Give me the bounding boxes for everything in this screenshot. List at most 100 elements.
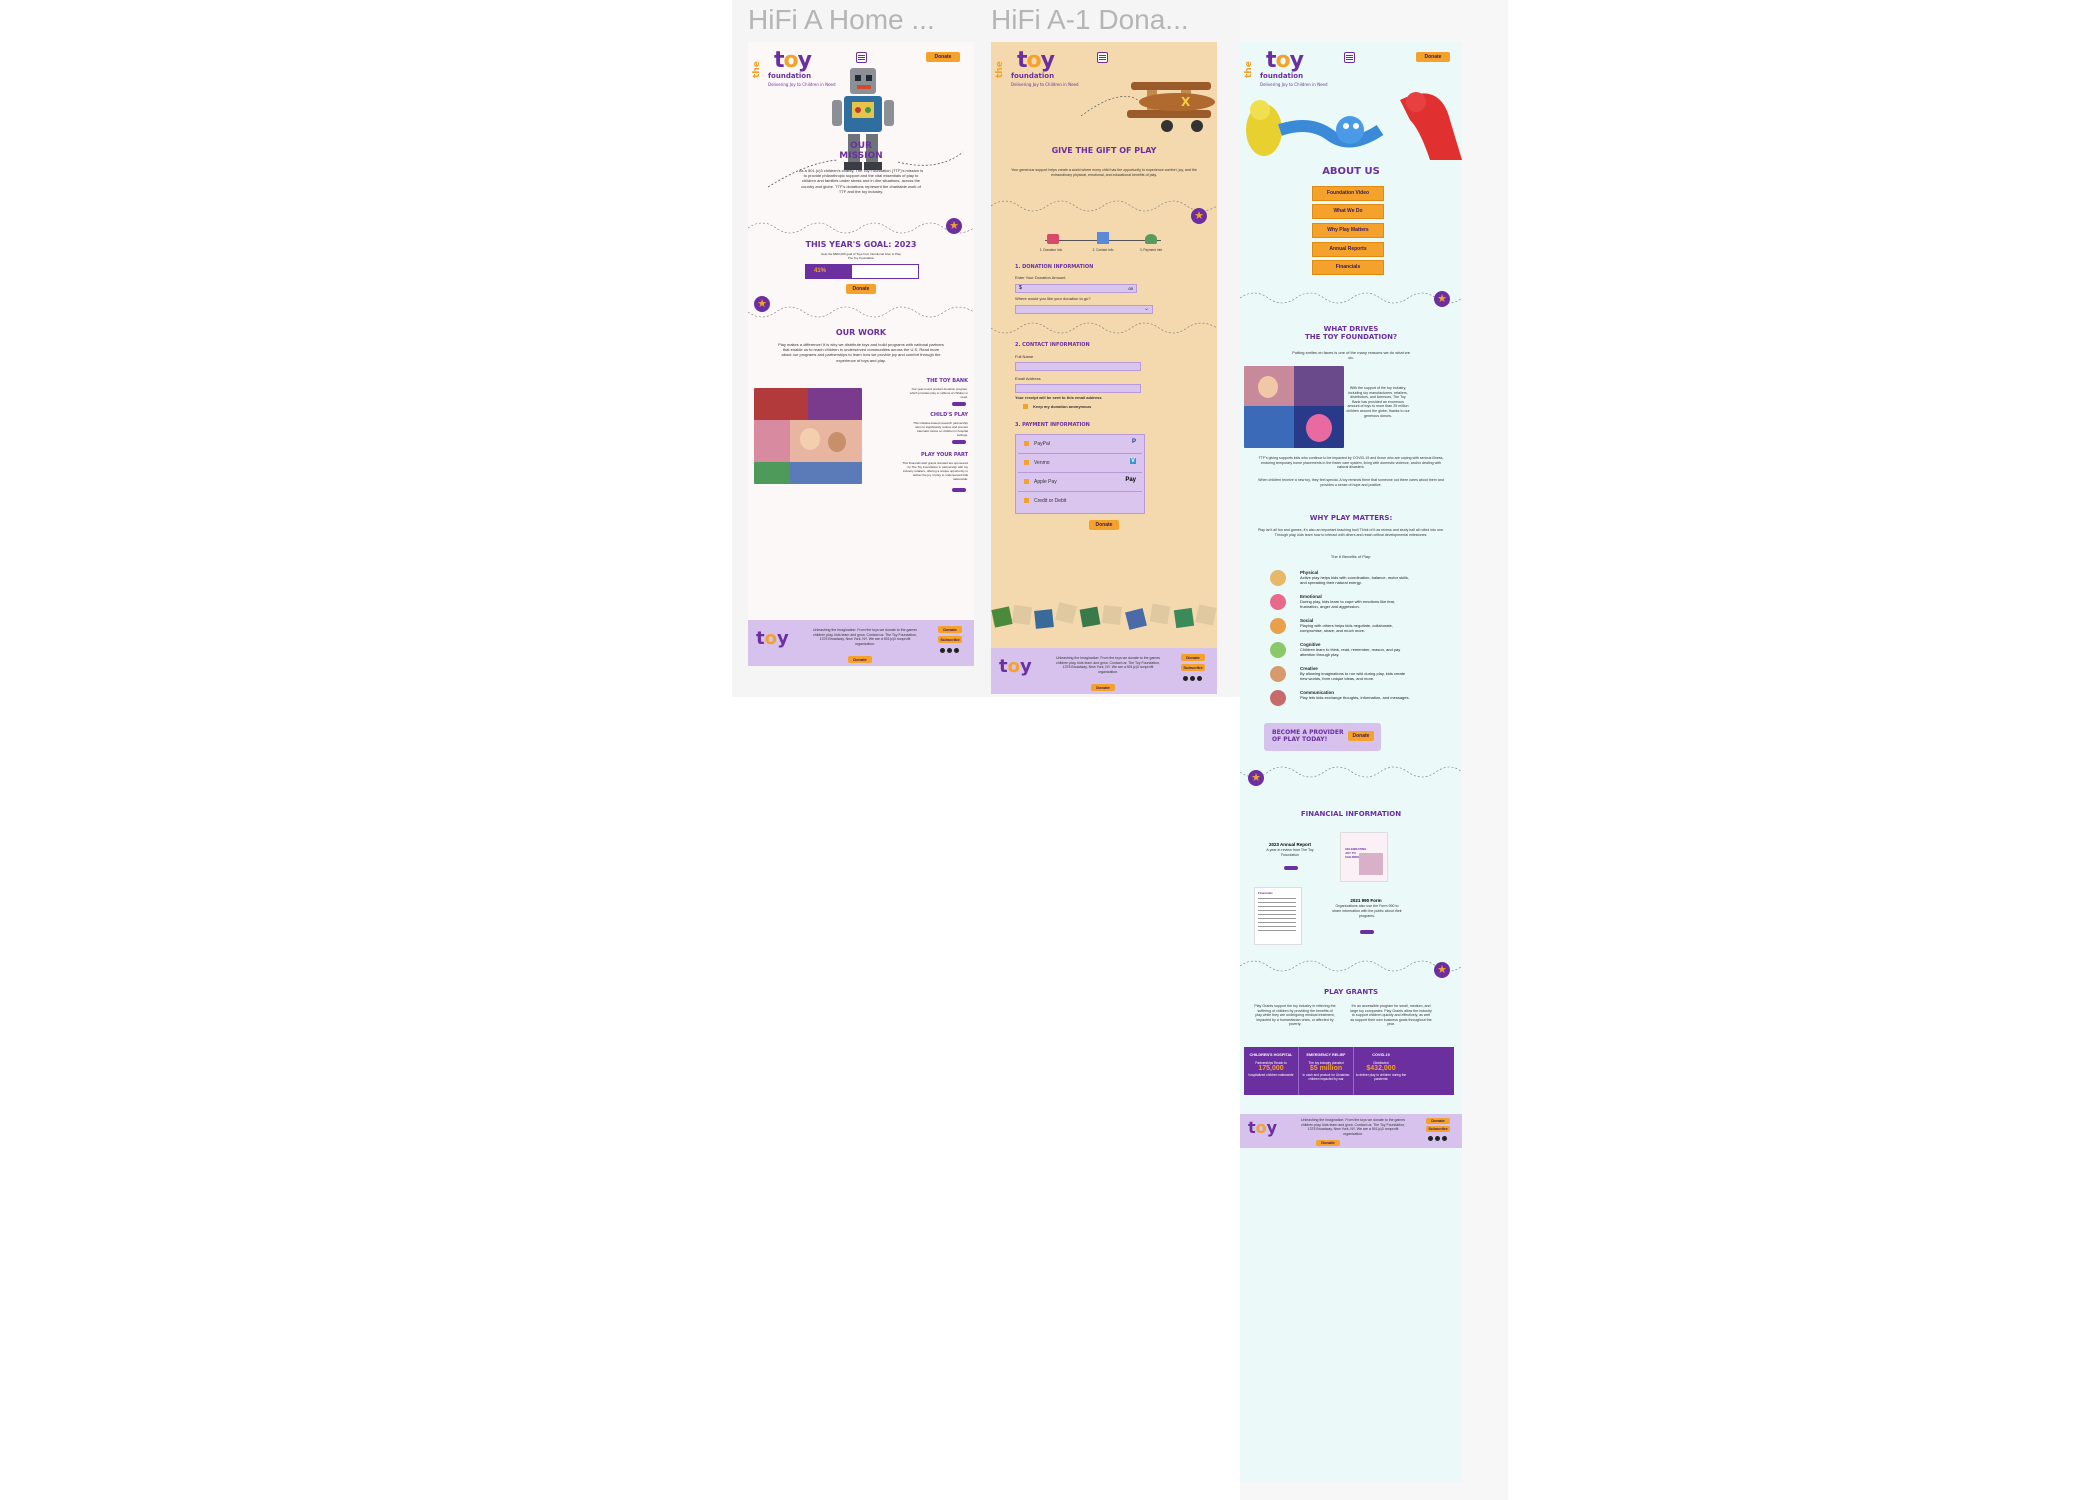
footer-bottom-donate-button[interactable]: Donate <box>1091 684 1115 691</box>
twitter-icon[interactable] <box>1197 676 1202 681</box>
footer-logo[interactable]: toy <box>756 628 789 649</box>
mission-text: As a 501 (c)3 children's charity, The To… <box>798 168 924 194</box>
logo-toy: toy <box>1017 48 1055 73</box>
footer-subscribe-link[interactable]: Subscribe <box>1426 1126 1450 1132</box>
anonymous-label: Keep my donation anonymous <box>1033 404 1092 409</box>
donation-amount-input[interactable]: $ .00 <box>1015 284 1137 293</box>
drives-photo-collage <box>1244 366 1344 448</box>
facebook-icon[interactable] <box>1183 676 1188 681</box>
about-link-financials[interactable]: Financials <box>1312 260 1384 275</box>
logo-tagline: Delivering Joy to Children in Need <box>1011 82 1079 87</box>
report-view-button[interactable] <box>1284 866 1298 870</box>
footer-logo[interactable]: toy <box>999 656 1032 677</box>
donation-destination-select[interactable]: ⌄ <box>1015 305 1153 314</box>
twitter-icon[interactable] <box>1442 1136 1447 1141</box>
benefit-item: Emotional During play, kids learn to cope… <box>1300 594 1396 609</box>
communication-icon <box>1270 690 1286 706</box>
home-frame[interactable]: the toy foundation Delivering Joy to Chi… <box>748 42 974 666</box>
star-icon-3: ★ <box>1434 962 1450 978</box>
form-990-thumbnail[interactable]: Financials <box>1254 887 1302 945</box>
payment-option-venmo[interactable]: Venmo V <box>1018 454 1142 473</box>
about-link-why-play-matters[interactable]: Why Play Matters <box>1312 223 1384 238</box>
program-learn-more-button[interactable] <box>952 402 966 406</box>
about-link-foundation-video[interactable]: Foundation Video <box>1312 186 1384 201</box>
donate-intro: Your generous support helps create a wor… <box>1011 168 1197 177</box>
facebook-icon[interactable] <box>1428 1136 1433 1141</box>
program-learn-more-button[interactable] <box>952 440 966 444</box>
star-icon: ★ <box>1434 291 1450 307</box>
work-photo-collage <box>754 388 862 484</box>
train-toy-icon <box>1047 234 1059 244</box>
logo-toy: toy <box>774 48 812 73</box>
instagram-icon[interactable] <box>947 648 952 653</box>
about-link-what-we-do[interactable]: What We Do <box>1312 204 1384 219</box>
footer-subscribe-link[interactable]: Subscribe <box>938 636 962 643</box>
wavy-divider-2 <box>991 322 1217 334</box>
program-text: This financial relief grants donated are… <box>902 461 968 481</box>
anonymous-checkbox[interactable] <box>1023 404 1028 409</box>
email-input[interactable] <box>1015 384 1141 393</box>
footer-logo[interactable]: toy <box>1248 1118 1277 1137</box>
goal-donate-button[interactable]: Donate <box>846 284 876 294</box>
physical-icon <box>1270 570 1286 586</box>
frame-title-home[interactable]: HiFi A Home ... <box>748 4 978 36</box>
svg-text:X: X <box>1181 95 1191 109</box>
footer-text: Unleashing the Imagination: From the toy… <box>812 628 918 646</box>
program-text: This initiative-based research partnersh… <box>913 421 968 437</box>
program-title: PLAY YOUR PART <box>920 452 968 458</box>
drives-paragraph-2: When children receive a new toy, they fe… <box>1258 478 1444 487</box>
header-donate-button[interactable]: Donate <box>1416 52 1450 62</box>
provider-donate-button[interactable]: Donate <box>1348 731 1374 741</box>
header-donate-button[interactable]: Donate <box>926 52 960 62</box>
about-frame[interactable]: the toy foundation Delivering Joy to Chi… <box>1240 42 1462 1482</box>
donate-submit-button[interactable]: Donate <box>1089 520 1119 530</box>
program-learn-more-button[interactable] <box>952 488 966 492</box>
footer-bottom-donate-button[interactable]: Donate <box>1316 1140 1340 1146</box>
section-contact-info: 2. CONTACT INFORMATION <box>1015 342 1090 348</box>
form-subtitle: Organizations also use the Form 990 to s… <box>1332 904 1402 919</box>
instagram-icon[interactable] <box>1190 676 1195 681</box>
step-label[interactable]: 1. Donation Info <box>1031 248 1071 253</box>
form-view-button[interactable] <box>1360 930 1374 934</box>
chevron-down-icon[interactable]: ⌄ <box>1144 305 1149 312</box>
facebook-icon[interactable] <box>940 648 945 653</box>
step-label[interactable]: 2. Contact Info <box>1083 248 1123 253</box>
footer-donate-link[interactable]: Donate <box>938 626 962 633</box>
instagram-icon[interactable] <box>1435 1136 1440 1141</box>
cognitive-icon <box>1270 642 1286 658</box>
program-text: Our year-round product donation program,… <box>909 387 968 399</box>
footer-subscribe-link[interactable]: Subscribe <box>1181 664 1205 671</box>
logo-the: the <box>995 61 1005 78</box>
payment-option-applepay[interactable]: Apple Pay Pay <box>1018 473 1142 492</box>
creative-icon <box>1270 666 1286 682</box>
menu-icon[interactable] <box>1344 52 1355 63</box>
payment-option-paypal[interactable]: PayPal P <box>1018 435 1142 454</box>
wavy-divider <box>991 200 1217 212</box>
footer-text: Unleashing the Imagination: From the toy… <box>1055 656 1161 674</box>
star-icon-2: ★ <box>754 296 770 312</box>
footer-bottom-donate-button[interactable]: Donate <box>848 656 872 663</box>
about-title: ABOUT US <box>1322 166 1380 177</box>
annual-report-thumbnail[interactable]: CELEBRATING JOY TO CHILDREN <box>1340 832 1388 882</box>
about-link-annual-reports[interactable]: Annual Reports <box>1312 242 1384 257</box>
twitter-icon[interactable] <box>954 648 959 653</box>
frame-title-donate[interactable]: HiFi A-1 Dona... <box>991 4 1223 36</box>
logo-the: the <box>752 61 762 78</box>
grant-stat: EMERGENCY RELIEF The toy industry donate… <box>1299 1047 1354 1095</box>
logo-tagline: Delivering Joy to Children in Need <box>768 82 836 87</box>
star-icon: ★ <box>1191 208 1207 224</box>
star-icon: ★ <box>946 218 962 234</box>
provider-line-2: OF PLAY TODAY! <box>1272 736 1328 743</box>
step-label[interactable]: 3. Payment Info <box>1131 248 1171 253</box>
footer-donate-link[interactable]: Donate <box>1181 654 1205 661</box>
mission-title-2: MISSION <box>839 151 883 161</box>
why-play-title: WHY PLAY MATTERS: <box>1309 514 1393 522</box>
logo-foundation: foundation <box>1260 72 1304 80</box>
payment-option-card[interactable]: Credit or Debit <box>1018 492 1142 510</box>
work-title: OUR WORK <box>835 328 887 337</box>
footer-donate-link[interactable]: Donate <box>1426 1118 1450 1124</box>
work-text: Play makes a difference! It is why we di… <box>778 342 944 363</box>
donate-frame[interactable]: the toy foundation Delivering Joy to Chi… <box>991 42 1217 694</box>
full-name-input[interactable] <box>1015 362 1141 371</box>
apple-pay-icon: Pay <box>1125 477 1136 483</box>
